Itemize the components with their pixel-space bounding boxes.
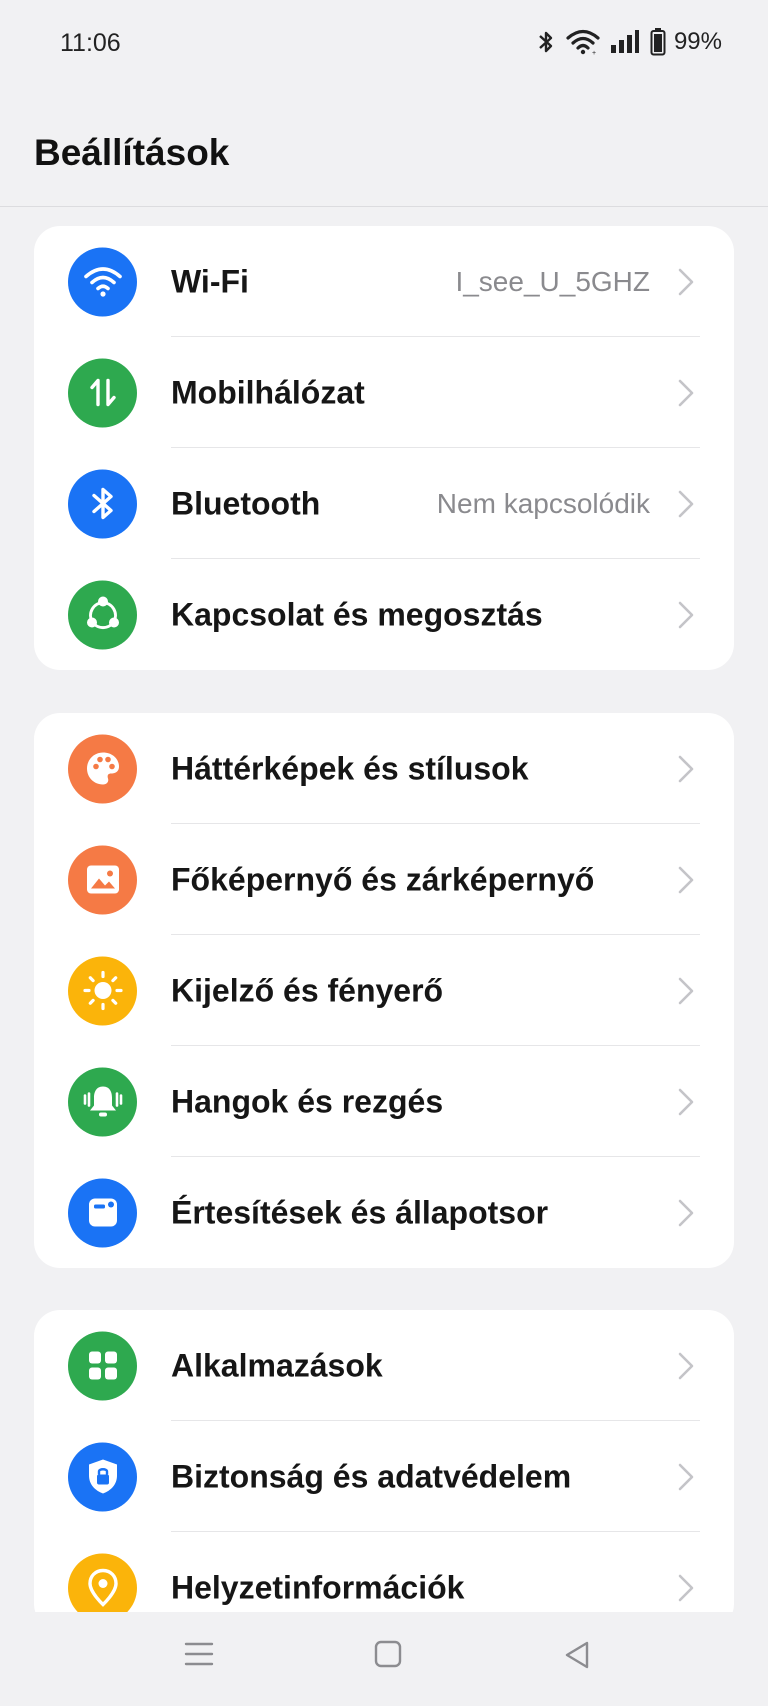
settings-item-apps[interactable]: Alkalmazások [34, 1310, 734, 1421]
settings-item-wallpapers-styles[interactable]: Háttérképek és stílusok [34, 713, 734, 824]
sun-icon [68, 956, 137, 1025]
navigation-bar [0, 1612, 768, 1706]
chevron-right-icon [678, 1352, 694, 1379]
shield-lock-icon [68, 1442, 137, 1511]
settings-item-label: Kapcsolat és megosztás [171, 596, 543, 632]
status-icons: + 99% [536, 28, 722, 56]
settings-item-connection-sharing[interactable]: Kapcsolat és megosztás [34, 559, 734, 670]
settings-item-label: Értesítések és állapotsor [171, 1194, 549, 1230]
home-icon[interactable] [374, 1640, 402, 1668]
wifi-network-value: I_see_U_5GHZ [455, 265, 650, 297]
settings-item-label: Főképernyő és zárképernyő [171, 861, 595, 897]
palette-icon [68, 734, 137, 803]
chevron-right-icon [678, 1199, 694, 1226]
battery-percent: 99% [673, 28, 722, 55]
chevron-right-icon [678, 1463, 694, 1490]
settings-item-label: Hangok és rezgés [171, 1083, 444, 1119]
settings-item-label: Kijelző és fényerő [171, 972, 444, 1008]
chevron-right-icon [678, 490, 694, 517]
settings-item-label: Helyzetinformációk [171, 1569, 465, 1605]
chevron-right-icon [678, 601, 694, 628]
chevron-right-icon [678, 755, 694, 782]
location-pin-icon [68, 1553, 137, 1612]
settings-group-apps-security: Alkalmazások Biztonság és adatvédelem He… [34, 1310, 734, 1612]
back-icon[interactable] [563, 1640, 591, 1670]
apps-grid-icon [68, 1331, 137, 1400]
notification-icon [68, 1178, 137, 1247]
bluetooth-status-value: Nem kapcsolódik [436, 487, 650, 519]
menu-icon[interactable] [184, 1640, 214, 1668]
battery-status-icon [650, 28, 666, 56]
wifi-status-icon: + [566, 29, 600, 56]
settings-item-security-privacy[interactable]: Biztonság és adatvédelem [34, 1421, 734, 1532]
settings-item-bluetooth[interactable]: Bluetooth Nem kapcsolódik [34, 448, 734, 559]
settings-list[interactable]: Wi-Fi I_see_U_5GHZ Mobilhálózat Bluetoot… [0, 207, 768, 1612]
settings-item-sounds-vibration[interactable]: Hangok és rezgés [34, 1046, 734, 1157]
settings-item-notifications-statusbar[interactable]: Értesítések és állapotsor [34, 1157, 734, 1268]
settings-item-label: Wi-Fi [171, 263, 249, 299]
signal-status-icon [610, 30, 639, 53]
chevron-right-icon [678, 379, 694, 406]
settings-item-home-lock-screen[interactable]: Főképernyő és zárképernyő [34, 824, 734, 935]
picture-icon [68, 845, 137, 914]
svg-text:+: + [592, 50, 596, 56]
settings-item-location[interactable]: Helyzetinformációk [34, 1532, 734, 1612]
mobile-data-icon [68, 358, 137, 427]
bell-icon [68, 1067, 137, 1136]
settings-item-wifi[interactable]: Wi-Fi I_see_U_5GHZ [34, 226, 734, 337]
settings-item-label: Alkalmazások [171, 1347, 383, 1383]
settings-item-label: Bluetooth [171, 485, 321, 521]
chevron-right-icon [678, 866, 694, 893]
settings-item-label: Mobilhálózat [171, 374, 365, 410]
chevron-right-icon [678, 1574, 694, 1601]
bluetooth-status-icon [539, 31, 553, 53]
settings-item-display-brightness[interactable]: Kijelző és fényerő [34, 935, 734, 1046]
page-title: Beállítások [34, 132, 230, 173]
chevron-right-icon [678, 977, 694, 1004]
settings-item-label: Háttérképek és stílusok [171, 750, 529, 786]
settings-item-label: Biztonság és adatvédelem [171, 1458, 572, 1494]
settings-group-connectivity: Wi-Fi I_see_U_5GHZ Mobilhálózat Bluetoot… [34, 226, 734, 670]
settings-item-mobile-network[interactable]: Mobilhálózat [34, 337, 734, 448]
status-bar: 11:06 + 99% [0, 0, 768, 90]
chevron-right-icon [678, 1088, 694, 1115]
status-time: 11:06 [60, 29, 121, 57]
bluetooth-icon [68, 469, 137, 538]
wifi-icon [68, 247, 137, 316]
chevron-right-icon [678, 268, 694, 295]
settings-group-personalization: Háttérképek és stílusok Főképernyő és zá… [34, 713, 734, 1268]
share-icon [68, 580, 137, 649]
